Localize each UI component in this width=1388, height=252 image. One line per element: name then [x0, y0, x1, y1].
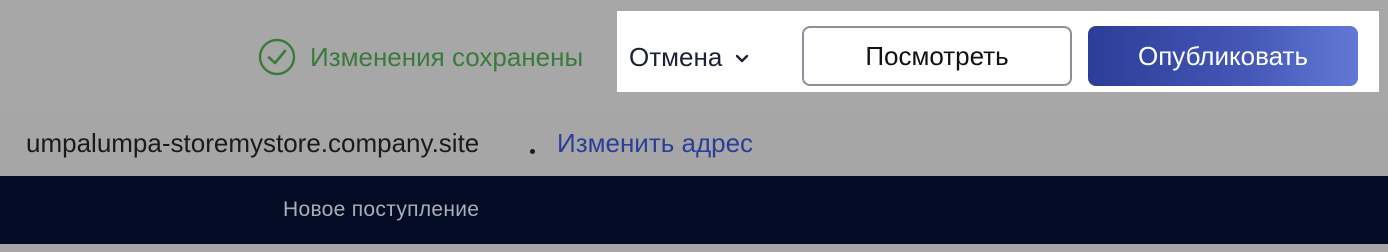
store-content-edge	[0, 244, 1388, 252]
nav-item-new-arrivals[interactable]: Новое поступление	[283, 198, 479, 222]
editor-page: Изменения сохранены Отмена Посмотреть Оп…	[0, 0, 1388, 252]
store-nav: Новое поступление	[0, 176, 1388, 244]
chevron-down-icon	[734, 51, 750, 63]
change-address-link[interactable]: Изменить адрес	[557, 128, 753, 159]
address-bar: umpalumpa-storemystore.company.site Изме…	[0, 112, 1388, 176]
editor-toolbar: Изменения сохранены Отмена Посмотреть Оп…	[0, 0, 1388, 112]
check-circle-icon	[258, 38, 296, 76]
publish-button[interactable]: Опубликовать	[1088, 26, 1358, 86]
cancel-dropdown[interactable]: Отмена	[629, 36, 750, 78]
separator-dot	[530, 149, 535, 154]
save-status-label: Изменения сохранены	[310, 41, 584, 72]
site-url: umpalumpa-storemystore.company.site	[26, 128, 480, 158]
cancel-label: Отмена	[629, 41, 723, 72]
preview-button[interactable]: Посмотреть	[802, 26, 1072, 86]
save-status: Изменения сохранены	[258, 37, 583, 77]
